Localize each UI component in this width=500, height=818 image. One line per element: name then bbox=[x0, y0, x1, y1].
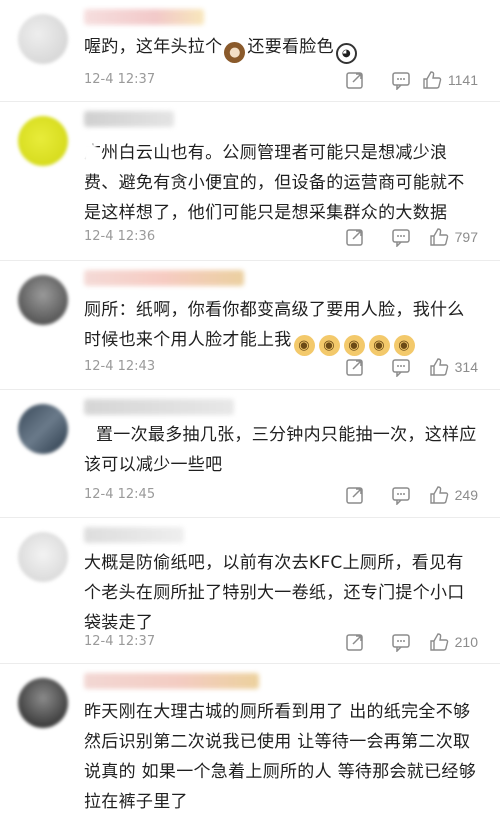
like-button[interactable]: 797 bbox=[429, 227, 478, 247]
panda-emoji: ◕ bbox=[335, 43, 357, 64]
avatar[interactable] bbox=[18, 532, 68, 582]
doge-emoji: ◉ bbox=[368, 335, 390, 356]
comment-time: 12-4 12:37 bbox=[84, 72, 156, 87]
avatar[interactable] bbox=[18, 116, 68, 166]
text-blur-patch bbox=[84, 144, 96, 162]
comment-time: 12-4 12:36 bbox=[84, 229, 156, 244]
share-icon[interactable] bbox=[345, 357, 365, 377]
like-button[interactable]: 1141 bbox=[422, 70, 478, 90]
like-count: 1141 bbox=[447, 72, 478, 88]
comment-time: 12-4 12:37 bbox=[84, 634, 156, 649]
thumb-up-icon bbox=[429, 358, 448, 376]
reply-icon[interactable] bbox=[391, 632, 411, 652]
like-count: 210 bbox=[454, 634, 478, 650]
comment-text-after: 还要看脸色 bbox=[247, 37, 334, 57]
like-button[interactable]: 249 bbox=[429, 485, 478, 505]
comment-item: 大概是防偷纸吧，以前有次去KFC上厕所，看见有个老头在厕所扯了特别大一卷纸，还专… bbox=[0, 518, 500, 664]
comment-item: 广州白云山也有。公厕管理者可能只是想减少浪费、避免有贪小便宜的，但设备的运营商可… bbox=[0, 102, 500, 261]
comment-footer: 12-4 12:37 1141 bbox=[84, 70, 478, 92]
share-icon[interactable] bbox=[345, 70, 365, 90]
comment-text-main: 喔趵，这年头拉个 bbox=[84, 37, 223, 57]
like-count: 249 bbox=[454, 487, 478, 503]
comment-item: 喔趵，这年头拉个 ● 还要看脸色 ◕ 12-4 12:37 1141 bbox=[0, 0, 500, 102]
doge-emoji: ◉ bbox=[393, 335, 415, 356]
doge-emoji: ◉ bbox=[293, 335, 315, 356]
comment-footer: 12-4 12:36 797 bbox=[84, 227, 478, 249]
username[interactable] bbox=[84, 111, 174, 127]
reply-icon[interactable] bbox=[391, 485, 411, 505]
like-count: 797 bbox=[454, 229, 478, 245]
like-button[interactable]: 210 bbox=[429, 632, 478, 652]
comment-footer: 12-4 12:37 210 bbox=[84, 632, 478, 654]
username[interactable] bbox=[84, 527, 184, 543]
comment-item: 厕所：纸啊，你看你都变高级了要用人脸，我什么时候也来个用人脸才能上我 ◉ ◉ ◉ ◉ ◉ … bbox=[0, 261, 500, 390]
comment-item: 昨天刚在大理古城的厕所看到用了 出的纸完全不够 然后识别第二次说我已使用 让等待… bbox=[0, 664, 500, 818]
avatar[interactable] bbox=[18, 14, 68, 64]
comment-text: 昨天刚在大理古城的厕所看到用了 出的纸完全不够 然后识别第二次说我已使用 让等待… bbox=[84, 702, 477, 812]
comment-text: 广州白云山也有。公厕管理者可能只是想减少浪费、避免有贪小便宜的，但设备的运营商可… bbox=[84, 143, 465, 223]
avatar[interactable] bbox=[18, 404, 68, 454]
comment-time: 12-4 12:45 bbox=[84, 487, 156, 502]
comment-time: 12-4 12:43 bbox=[84, 359, 156, 374]
comment-text: 喔趵，这年头拉个 ● 还要看脸色 ◕ bbox=[84, 32, 478, 64]
thumb-up-icon bbox=[429, 486, 448, 504]
username[interactable] bbox=[84, 399, 234, 415]
avatar[interactable] bbox=[18, 678, 68, 728]
comment-item: 置一次最多抽几张，三分钟内只能抽一次，这样应该可以减少一些吧 12-4 12:4… bbox=[0, 390, 500, 518]
comment-text: 大概是防偷纸吧，以前有次去KFC上厕所，看见有个老头在厕所扯了特别大一卷纸，还专… bbox=[84, 553, 465, 633]
username[interactable] bbox=[84, 673, 259, 689]
username[interactable] bbox=[84, 9, 204, 25]
share-icon[interactable] bbox=[345, 632, 365, 652]
thumb-up-icon bbox=[429, 228, 448, 246]
thumb-up-icon bbox=[429, 633, 448, 651]
comment-text: 厕所：纸啊，你看你都变高级了要用人脸，我什么时候也来个用人脸才能上我 ◉ ◉ ◉ ◉ ◉ bbox=[84, 295, 478, 356]
comment-footer: 12-4 12:43 314 bbox=[84, 357, 478, 379]
share-icon[interactable] bbox=[345, 485, 365, 505]
username[interactable] bbox=[84, 270, 244, 286]
comment-text: 置一次最多抽几张，三分钟内只能抽一次，这样应该可以减少一些吧 bbox=[84, 425, 477, 475]
comment-list: 喔趵，这年头拉个 ● 还要看脸色 ◕ 12-4 12:37 1141 广州白云山也有。… bbox=[0, 0, 500, 814]
reply-icon[interactable] bbox=[391, 227, 411, 247]
poop-emoji: ● bbox=[224, 42, 246, 63]
comment-footer: 12-4 12:45 249 bbox=[84, 485, 478, 507]
doge-emoji: ◉ bbox=[343, 335, 365, 356]
reply-icon[interactable] bbox=[391, 357, 411, 377]
avatar[interactable] bbox=[18, 275, 68, 325]
reply-icon[interactable] bbox=[391, 70, 411, 90]
share-icon[interactable] bbox=[345, 227, 365, 247]
like-button[interactable]: 314 bbox=[429, 357, 478, 377]
like-count: 314 bbox=[454, 359, 478, 375]
thumb-up-icon bbox=[423, 71, 442, 89]
doge-emoji: ◉ bbox=[318, 335, 340, 356]
